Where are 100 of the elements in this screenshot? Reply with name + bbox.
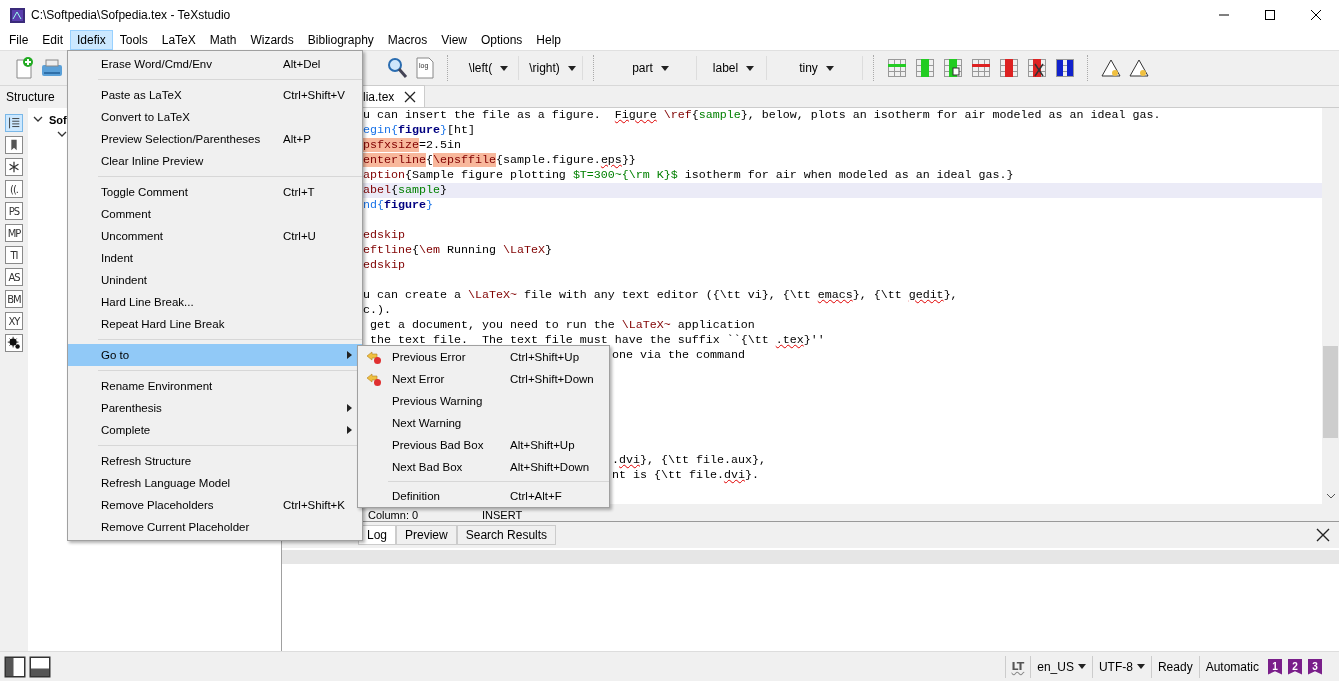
sidebar-tab[interactable]: XY xyxy=(5,312,23,330)
app-icon xyxy=(10,7,25,23)
code-line: edskip xyxy=(363,258,405,272)
shortcut-text: Alt+P xyxy=(283,133,312,145)
menu-item[interactable]: Uncomment Ctrl+U xyxy=(68,225,362,247)
shortcut-text: Alt+Shift+Up xyxy=(510,439,576,451)
code-line: nd{figure} xyxy=(363,198,433,212)
menu-item[interactable]: Clear Inline Preview xyxy=(68,150,362,172)
close-icon[interactable] xyxy=(1316,528,1330,542)
column-indicator: Column: 0 xyxy=(368,509,420,521)
code-line: c.). xyxy=(363,303,391,317)
menu-item[interactable]: Next Bad Box Alt+Shift+Down xyxy=(358,456,609,478)
panel-tab[interactable]: Search Results xyxy=(456,525,557,545)
status-text: Ready xyxy=(1150,655,1199,678)
dropdown[interactable]: part xyxy=(605,56,697,80)
menu-item[interactable]: Preview Selection/Parentheses Alt+P xyxy=(68,128,362,150)
menu-item[interactable]: Help xyxy=(529,30,569,50)
bookmark-icon[interactable]: 1 xyxy=(1268,658,1282,675)
mode-indicator: INSERT xyxy=(482,509,523,521)
sidebar-tab[interactable] xyxy=(5,334,23,352)
menu-item[interactable]: Toggle Comment Ctrl+T xyxy=(68,181,362,203)
splat-icon xyxy=(6,335,22,351)
chevron-down-icon[interactable] xyxy=(33,116,43,123)
shortcut-text: Alt+Del xyxy=(283,58,322,70)
grammar-check-icon[interactable]: LT xyxy=(1011,660,1025,673)
tree-item[interactable]: Sof xyxy=(49,113,67,126)
encoding-selector[interactable]: UTF-8 xyxy=(1091,655,1151,678)
scroll-thumb[interactable] xyxy=(1323,346,1338,438)
panel-bottom-icon xyxy=(28,654,52,679)
menu-item[interactable]: File xyxy=(2,30,36,50)
sidebar-tab[interactable]: PS xyxy=(5,202,23,220)
menu-item[interactable]: Convert to LaTeX xyxy=(68,106,362,128)
asterisk-icon xyxy=(6,159,22,175)
menu-item[interactable]: Hard Line Break... xyxy=(68,291,362,313)
sidebar-tab[interactable]: MP xyxy=(5,224,23,242)
shortcut-text: Ctrl+Alt+F xyxy=(510,490,563,502)
list-icon xyxy=(6,115,22,131)
bookmark-icon[interactable]: 3 xyxy=(1308,658,1322,675)
shortcut-text: Ctrl+T xyxy=(283,186,316,198)
menu-item[interactable]: Erase Word/Cmd/Env Alt+Del xyxy=(68,53,362,75)
error-arrow-icon xyxy=(366,371,382,387)
scroll-down-icon[interactable] xyxy=(1326,494,1335,499)
menu-item[interactable]: Options xyxy=(474,30,530,50)
menu-item[interactable]: Previous Bad Box Alt+Shift+Up xyxy=(358,434,609,456)
code-line: enterline{\epsffile{sample.figure.eps}} xyxy=(363,153,636,167)
language-selector[interactable]: en_US xyxy=(1030,655,1092,678)
menu-item[interactable]: Tools xyxy=(112,30,155,50)
table-column-remove-icon[interactable] xyxy=(997,56,1021,80)
dropdown[interactable]: label xyxy=(701,56,767,80)
caret-icon xyxy=(500,65,509,71)
bottom-panel-toggle[interactable] xyxy=(30,656,50,677)
menu-item[interactable]: Wizards xyxy=(243,30,301,50)
panel-left-icon xyxy=(3,654,27,679)
shortcut-text: Ctrl+Shift+V xyxy=(283,89,346,101)
menu-item[interactable]: Math xyxy=(202,30,244,50)
menu-item[interactable]: LaTeX xyxy=(154,30,203,50)
code-line: edskip xyxy=(363,228,405,242)
dropdown[interactable]: \right) xyxy=(523,56,583,80)
shortcut-text: Ctrl+Shift+K xyxy=(283,499,346,511)
code-line: one via the command xyxy=(612,348,745,362)
left-panel-toggle[interactable] xyxy=(5,656,25,677)
chevron-down-icon[interactable] xyxy=(57,131,67,138)
sidebar-tab[interactable]: TI xyxy=(5,246,23,264)
shortcut-text: Alt+Shift+Down xyxy=(510,461,591,473)
sidebar-tab[interactable] xyxy=(5,158,23,176)
dropdown[interactable]: tiny xyxy=(771,56,863,80)
caret-icon xyxy=(1136,664,1145,669)
menu-item[interactable]: Go to xyxy=(68,344,362,366)
menu-item[interactable]: Macros xyxy=(380,30,435,50)
bookmark-icon[interactable]: 2 xyxy=(1288,658,1302,675)
dropdown[interactable]: \left( xyxy=(459,56,519,80)
menu-item[interactable]: Comment xyxy=(68,203,362,225)
shortcut-text: Ctrl+U xyxy=(283,230,317,242)
caret-icon xyxy=(660,65,669,71)
sidebar-tab[interactable] xyxy=(5,114,23,132)
menu-item[interactable]: Definition Ctrl+Alt+F xyxy=(358,485,609,507)
panel-title: Structure xyxy=(6,89,55,106)
menu-item[interactable]: Edit xyxy=(35,30,71,50)
menu-item[interactable]: Idefix xyxy=(70,30,113,50)
sidebar-tab[interactable]: ((. xyxy=(5,180,23,198)
menu-item[interactable]: Repeat Hard Line Break xyxy=(68,313,362,335)
table-cell-add-icon[interactable] xyxy=(941,56,965,80)
code-line: eftline{\em Running \LaTeX} xyxy=(363,243,552,257)
table-column-cut-icon[interactable] xyxy=(1025,56,1049,80)
menu-item[interactable]: Next Warning xyxy=(358,412,609,434)
sidebar-tab[interactable]: AS xyxy=(5,268,23,286)
menu-item[interactable]: Previous Warning xyxy=(358,390,609,412)
menu-item[interactable]: View xyxy=(434,30,474,50)
sidebar-tab[interactable] xyxy=(5,136,23,154)
menu-item[interactable]: Next Error Ctrl+Shift+Down xyxy=(358,368,609,390)
code-line: egin{figure}[ht] xyxy=(363,123,475,137)
magnifier-icon[interactable] xyxy=(385,56,409,80)
table-column-swap-icon[interactable] xyxy=(1053,56,1077,80)
menu-item[interactable]: Unindent xyxy=(68,269,362,291)
menu-item[interactable]: Bibliography xyxy=(300,30,381,50)
menu-item[interactable]: Indent xyxy=(68,247,362,269)
close-icon[interactable] xyxy=(404,90,417,103)
panel-tab[interactable]: Preview xyxy=(396,525,457,545)
table-row-remove-icon[interactable] xyxy=(969,56,993,80)
sidebar-tab[interactable]: BM xyxy=(5,290,23,308)
